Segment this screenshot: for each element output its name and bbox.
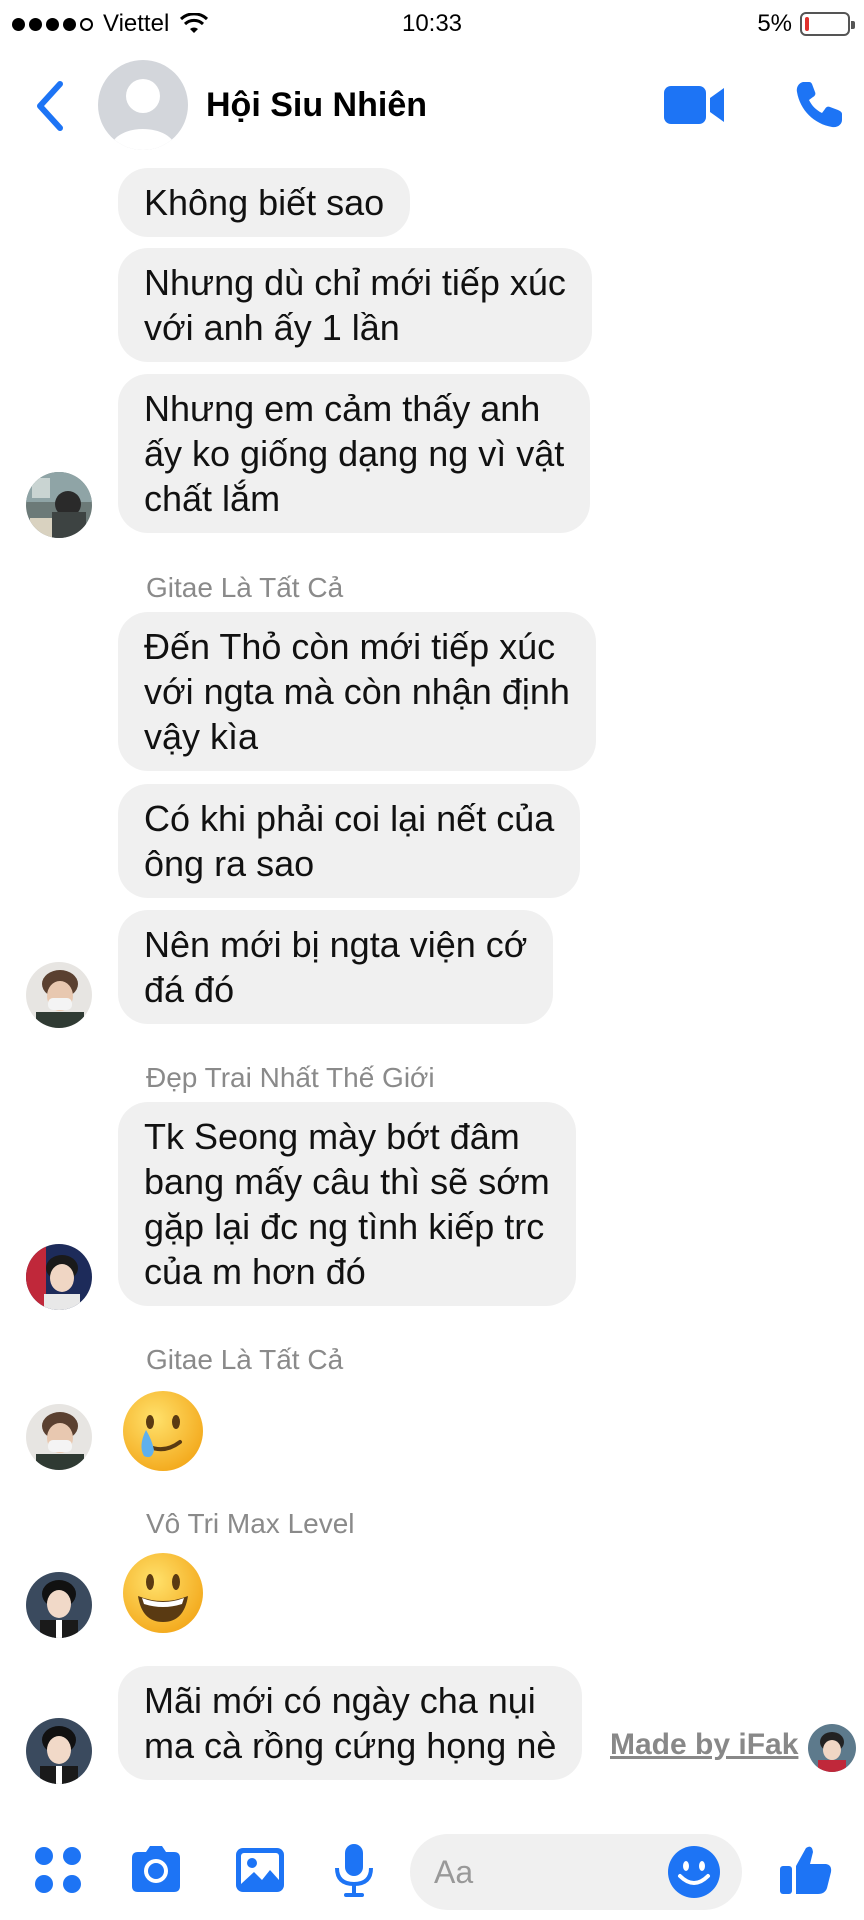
avatar-photo bbox=[26, 1244, 92, 1310]
emoji-picker-icon[interactable] bbox=[666, 1844, 722, 1900]
sender-avatar[interactable] bbox=[26, 1718, 92, 1784]
sender-name: Gitae Là Tất Cả bbox=[146, 572, 344, 603]
chat-header: Hội Siu Nhiên bbox=[0, 52, 864, 162]
message-bubble[interactable]: Nhưng em cảm thấy anh ấy ko giống dạng n… bbox=[118, 374, 591, 533]
message-bubble[interactable]: Có khi phải coi lại nết của ông ra sao bbox=[118, 784, 581, 898]
sender-avatar[interactable] bbox=[26, 1404, 92, 1470]
avatar-photo bbox=[26, 1718, 92, 1784]
photo-gallery-icon[interactable] bbox=[230, 1840, 290, 1900]
message-bubble[interactable]: Mãi mới có ngày cha nụi ma cà rồng cứng … bbox=[118, 1666, 583, 1780]
sender-name: Gitae Là Tất Cả bbox=[146, 1344, 344, 1375]
sender-name: Đẹp Trai Nhất Thế Giới bbox=[146, 1062, 435, 1093]
camera-icon[interactable] bbox=[126, 1840, 186, 1900]
sender-avatar[interactable] bbox=[26, 1244, 92, 1310]
thumbs-up-icon[interactable] bbox=[776, 1840, 836, 1900]
sender-avatar[interactable] bbox=[26, 962, 92, 1028]
watermark: Made by iFak bbox=[610, 1728, 799, 1761]
avatar-photo bbox=[26, 1572, 92, 1638]
message-input-container bbox=[410, 1834, 742, 1910]
sender-avatar[interactable] bbox=[26, 472, 92, 538]
avatar-photo bbox=[26, 472, 92, 538]
sender-avatar[interactable] bbox=[26, 1572, 92, 1638]
message-bubble[interactable]: Không biết sao bbox=[118, 168, 411, 237]
grinning-emoji-icon[interactable] bbox=[120, 1550, 206, 1636]
avatar-photo bbox=[26, 1404, 92, 1470]
apps-icon[interactable] bbox=[28, 1840, 88, 1900]
user-silhouette-icon bbox=[110, 79, 176, 150]
chat-title[interactable]: Hội Siu Nhiên bbox=[206, 86, 427, 125]
avatar-photo bbox=[26, 962, 92, 1028]
sender-name: Vô Tri Max Level bbox=[146, 1508, 355, 1539]
watermark-avatar bbox=[808, 1724, 856, 1772]
message-bubble[interactable]: Tk Seong mày bớt đâm bang mấy câu thì sẽ… bbox=[118, 1102, 576, 1306]
status-right: 5% bbox=[757, 10, 855, 38]
battery-level bbox=[805, 17, 809, 31]
crying-smile-emoji-icon[interactable] bbox=[120, 1388, 206, 1474]
status-bar: Viettel 10:33 5% bbox=[0, 0, 864, 48]
video-call-button[interactable] bbox=[664, 82, 726, 128]
phone-call-button[interactable] bbox=[792, 78, 846, 132]
back-button[interactable] bbox=[30, 76, 70, 136]
microphone-icon[interactable] bbox=[324, 1840, 384, 1900]
message-input[interactable] bbox=[434, 1852, 654, 1892]
group-avatar[interactable] bbox=[98, 60, 188, 150]
composer-bar bbox=[0, 1820, 864, 1920]
status-time: 10:33 bbox=[401, 10, 463, 37]
battery-percent: 5% bbox=[757, 10, 792, 37]
message-bubble[interactable]: Đến Thỏ còn mới tiếp xúc với ngta mà còn… bbox=[118, 612, 596, 771]
message-bubble[interactable]: Nên mới bị ngta viện cớ đá đó bbox=[118, 910, 554, 1024]
battery-icon bbox=[800, 12, 855, 36]
message-bubble[interactable]: Nhưng dù chỉ mới tiếp xúc với anh ấy 1 l… bbox=[118, 248, 592, 362]
